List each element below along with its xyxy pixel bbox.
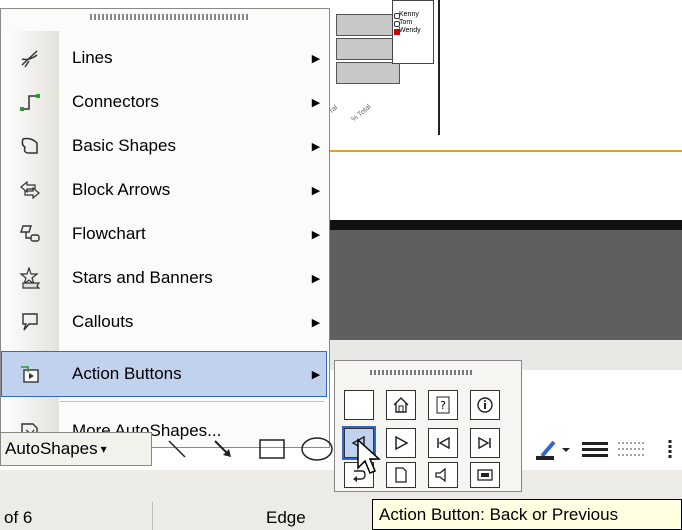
action-buttons-icon bbox=[2, 352, 58, 396]
svg-text:?: ? bbox=[440, 399, 446, 412]
chart-axis bbox=[438, 0, 440, 135]
menu-item-basic-shapes[interactable]: Basic Shapes ▶ bbox=[2, 124, 326, 168]
menu-item-label: Action Buttons bbox=[72, 364, 182, 383]
accent-line bbox=[330, 150, 682, 152]
action-button-home[interactable] bbox=[386, 390, 416, 420]
submenu-arrow-icon: ▶ bbox=[311, 52, 321, 65]
home-icon bbox=[393, 397, 409, 413]
movie-icon bbox=[477, 469, 493, 481]
autoshapes-label: AutoShapes bbox=[5, 439, 98, 458]
basic-shapes-icon bbox=[2, 124, 58, 168]
action-button-information[interactable] bbox=[470, 390, 500, 420]
submenu-arrow-icon: ▶ bbox=[311, 96, 321, 109]
submenu-drag-handle[interactable] bbox=[370, 370, 474, 375]
action-button-movie[interactable] bbox=[470, 462, 500, 488]
oval-tool-icon[interactable] bbox=[298, 434, 334, 464]
menu-item-label: Callouts bbox=[72, 312, 134, 331]
chart-tick-label: ral bbox=[328, 104, 340, 115]
menu-drag-handle[interactable] bbox=[90, 14, 250, 20]
action-button-custom[interactable] bbox=[344, 390, 374, 420]
information-icon bbox=[477, 397, 493, 413]
status-divider bbox=[152, 502, 153, 530]
stars-banners-icon bbox=[2, 256, 58, 300]
tooltip: Action Button: Back or Previous bbox=[372, 499, 682, 530]
forward-next-icon bbox=[395, 435, 409, 451]
action-button-beginning[interactable] bbox=[428, 428, 458, 458]
sound-icon bbox=[435, 467, 446, 483]
menu-item-action-buttons[interactable]: Action Buttons ▶ bbox=[1, 351, 327, 397]
submenu-arrow-icon: ▶ bbox=[311, 140, 321, 153]
submenu-arrow-icon: ▶ bbox=[311, 368, 321, 381]
menu-item-stars-banners[interactable]: Stars and Banners ▶ bbox=[2, 256, 326, 300]
chart-bar bbox=[336, 14, 400, 36]
menu-item-callouts[interactable]: Callouts ▶ bbox=[2, 300, 326, 344]
legend-entry: Tom bbox=[393, 19, 433, 27]
menu-item-block-arrows[interactable]: Block Arrows ▶ bbox=[2, 168, 326, 212]
menu-item-label: Connectors bbox=[72, 92, 159, 111]
rectangle-tool-icon[interactable] bbox=[254, 434, 290, 464]
lines-icon bbox=[2, 36, 58, 80]
menu-item-lines[interactable]: Lines ▶ bbox=[2, 36, 326, 80]
chart-bar bbox=[336, 62, 400, 84]
chart-legend: Kenny Tom Wendy bbox=[392, 0, 434, 64]
block-arrows-icon bbox=[2, 168, 58, 212]
menu-item-flowchart[interactable]: Flowchart ▶ bbox=[2, 212, 326, 256]
drawing-toolbar-right bbox=[522, 434, 682, 464]
beginning-icon bbox=[437, 436, 450, 450]
slide-panel bbox=[330, 230, 682, 340]
design-name: Edge bbox=[266, 508, 306, 527]
menu-item-label: Lines bbox=[72, 48, 113, 67]
help-icon: ? bbox=[436, 396, 450, 414]
callouts-icon bbox=[2, 300, 58, 344]
chart-bar bbox=[336, 38, 400, 60]
action-button-forward-next[interactable] bbox=[386, 428, 416, 458]
menu-separator bbox=[60, 401, 324, 402]
legend-entry: Kenny bbox=[393, 11, 433, 19]
submenu-arrow-icon: ▶ bbox=[311, 272, 321, 285]
slide-area: ral % Total bbox=[328, 0, 682, 150]
slide-count: of 6 bbox=[4, 508, 33, 527]
submenu-arrow-icon: ▶ bbox=[311, 228, 321, 241]
action-button-end[interactable] bbox=[470, 428, 500, 458]
chart-tick-label: % Total bbox=[350, 103, 373, 124]
menu-item-label: Stars and Banners bbox=[72, 268, 213, 287]
slide-divider bbox=[330, 220, 682, 230]
autoshapes-button[interactable]: AutoShapes ▾ bbox=[0, 432, 152, 466]
end-icon bbox=[478, 436, 491, 450]
arrow-tool-icon[interactable] bbox=[206, 434, 240, 464]
action-button-help[interactable]: ? bbox=[428, 390, 458, 420]
action-button-sound[interactable] bbox=[428, 462, 458, 488]
menu-item-label: Basic Shapes bbox=[72, 136, 176, 155]
menu-item-label: Block Arrows bbox=[72, 180, 171, 199]
line-tool-icon[interactable] bbox=[160, 434, 194, 464]
flowchart-icon bbox=[2, 212, 58, 256]
document-icon bbox=[395, 467, 407, 483]
submenu-arrow-icon: ▶ bbox=[311, 184, 321, 197]
mouse-cursor-icon bbox=[357, 438, 381, 474]
connectors-icon bbox=[2, 80, 58, 124]
action-button-document[interactable] bbox=[386, 462, 416, 488]
menu-item-connectors[interactable]: Connectors ▶ bbox=[2, 80, 326, 124]
submenu-arrow-icon: ▶ bbox=[311, 316, 321, 329]
dropdown-arrow-icon: ▾ bbox=[100, 442, 107, 456]
legend-entry: Wendy bbox=[393, 27, 433, 35]
menu-item-label: Flowchart bbox=[72, 224, 146, 243]
